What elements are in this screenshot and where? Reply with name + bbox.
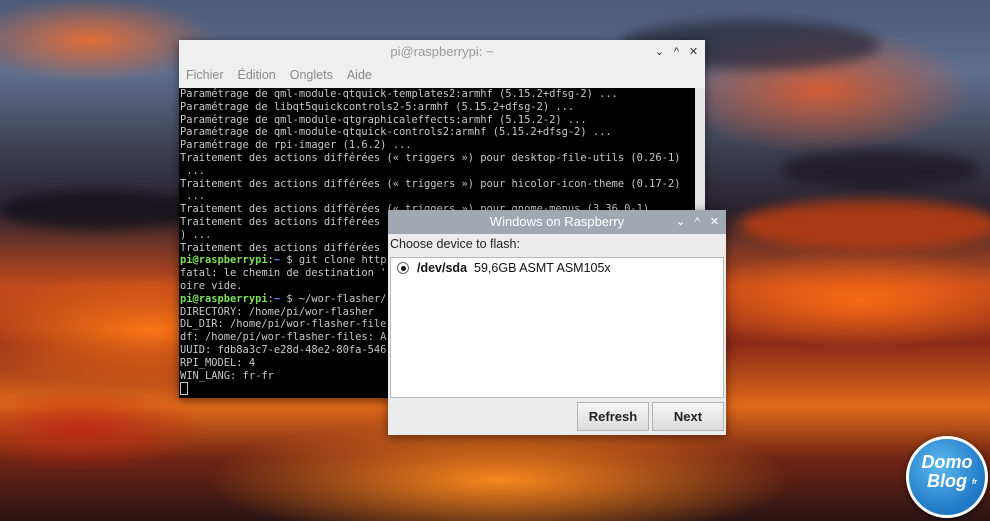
background-cloud	[780, 150, 980, 190]
terminal-title: pi@raspberrypi: ~	[390, 44, 494, 59]
background-cloud	[0, 190, 200, 230]
dialog-title: Windows on Raspberry	[489, 214, 625, 229]
line-text: $ git clone http	[280, 254, 387, 267]
line-text: DIRECTORY: /home/pi/wor-flasher	[180, 305, 374, 318]
device-path: /dev/sda	[417, 261, 468, 275]
line-text: ...	[180, 164, 206, 177]
terminal-line: Paramétrage de qml-module-qtquick-contro…	[180, 126, 694, 139]
line-text: df: /home/pi/wor-flasher-files: A	[180, 331, 387, 344]
line-text: Paramétrage de qml-module-qtgraphicaleff…	[180, 113, 587, 126]
line-text: Paramétrage de libqt5quickcontrols2-5:ar…	[180, 100, 575, 113]
flash-dialog: Windows on Raspberry ⌄ ^ ✕ Choose device…	[388, 210, 726, 435]
minimize-icon[interactable]: ⌄	[675, 210, 686, 234]
terminal-titlebar[interactable]: pi@raspberrypi: ~ ⌄ ^ ✕	[179, 40, 705, 64]
refresh-button[interactable]: Refresh	[577, 402, 649, 431]
terminal-line: Traitement des actions différées (« trig…	[180, 152, 694, 165]
next-button[interactable]: Next	[652, 402, 724, 431]
device-option-sda[interactable]: /dev/sda 59,6GB ASMT ASM105x	[391, 258, 723, 278]
line-text: ...	[180, 190, 206, 203]
menu-fichier[interactable]: Fichier	[186, 68, 224, 82]
terminal-line: Traitement des actions différées (« trig…	[180, 178, 694, 191]
line-text: Traitement des actions différées (« trig…	[180, 177, 681, 190]
close-icon[interactable]: ✕	[709, 210, 720, 234]
logo-suffix: fr	[971, 479, 977, 486]
domoblog-logo: Domo Blog fr	[906, 436, 988, 518]
line-text: WIN_LANG: fr-fr	[180, 369, 274, 382]
line-text: Paramétrage de rpi-imager (1.6.2) ...	[180, 139, 412, 152]
line-text: UUID: fdb8a3c7-e28d-48e2-80fa-546	[180, 343, 387, 356]
line-text: RPI_MODEL: 4	[180, 356, 256, 369]
line-text: ) ...	[180, 228, 212, 241]
background-cloud	[740, 200, 990, 250]
terminal-line: Paramétrage de rpi-imager (1.6.2) ...	[180, 139, 694, 152]
terminal-line: ...	[180, 165, 694, 178]
radio-selected-icon[interactable]	[397, 262, 409, 274]
maximize-icon[interactable]: ^	[671, 40, 682, 64]
line-text: Traitement des actions différées	[180, 241, 381, 254]
choose-device-label: Choose device to flash:	[390, 237, 520, 251]
device-list: /dev/sda 59,6GB ASMT ASM105x	[390, 257, 724, 398]
menu-aide[interactable]: Aide	[347, 68, 372, 82]
prompt-user: pi@raspberrypi	[180, 254, 268, 267]
close-icon[interactable]: ✕	[688, 40, 699, 64]
prompt-user: pi@raspberrypi	[180, 292, 268, 305]
line-text: Traitement des actions différées (« trig…	[180, 151, 681, 164]
terminal-line: Paramétrage de qml-module-qtgraphicaleff…	[180, 114, 694, 127]
terminal-line: ...	[180, 190, 694, 203]
dialog-titlebar[interactable]: Windows on Raspberry ⌄ ^ ✕	[388, 210, 726, 234]
device-info: 59,6GB ASMT ASM105x	[474, 261, 611, 275]
logo-line1: Domo	[921, 452, 973, 472]
line-text: DL_DIR: /home/pi/wor-flasher-file	[180, 318, 387, 331]
terminal-line: Paramétrage de libqt5quickcontrols2-5:ar…	[180, 101, 694, 114]
menu-edition[interactable]: Édition	[238, 68, 276, 82]
line-text: oire vide.	[180, 279, 243, 292]
cursor-icon	[180, 382, 188, 396]
line-text: Paramétrage de qml-module-qtquick-contro…	[180, 126, 612, 139]
terminal-menubar: Fichier Édition Onglets Aide	[179, 64, 705, 86]
terminal-line: Paramétrage de qml-module-qtquick-templa…	[180, 88, 694, 101]
line-text: fatal: le chemin de destination '	[180, 267, 387, 280]
maximize-icon[interactable]: ^	[692, 210, 703, 234]
line-text: Paramétrage de qml-module-qtquick-templa…	[180, 88, 618, 100]
menu-onglets[interactable]: Onglets	[290, 68, 333, 82]
line-text: $ ~/wor-flasher/	[280, 292, 387, 305]
minimize-icon[interactable]: ⌄	[654, 40, 665, 64]
line-text: Traitement des actions différées	[180, 215, 381, 228]
